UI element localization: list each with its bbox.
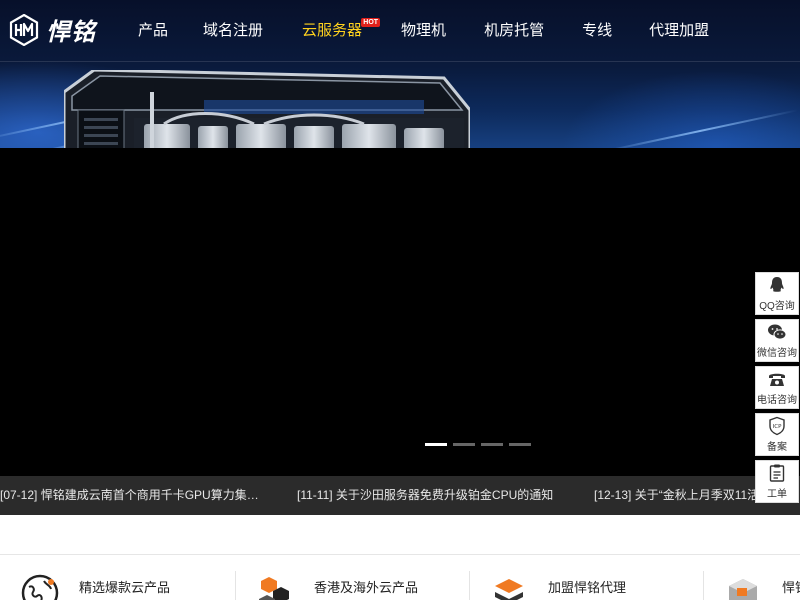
nav-item-agent[interactable]: 代理加盟 (631, 0, 727, 62)
nav-item-dedicated-line[interactable]: 专线 (563, 0, 631, 62)
nav-label: 专线 (582, 22, 613, 39)
tool-label: 备案 (767, 442, 787, 453)
site-header: 悍铭 产品 域名注册 云服务器 HOT 物理机 机房托管 专线 代理加盟 (0, 0, 800, 62)
tool-label: 电话咨询 (757, 395, 797, 406)
icp-filing-button[interactable]: ICP 备案 (755, 413, 799, 456)
qq-icon (770, 277, 784, 292)
icp-icon: ICP (769, 416, 785, 436)
product-title: 香港及海外云产品 (314, 580, 419, 595)
logo-hexagon-icon (9, 13, 39, 46)
carousel-dot[interactable] (425, 443, 447, 446)
news-ticker: [07-12] 悍铭建成云南首个商用千卡GPU算力集… [11-11] 关于沙田… (0, 476, 800, 515)
nav-item-domain[interactable]: 域名注册 (184, 0, 282, 62)
carousel-dot[interactable] (509, 443, 531, 446)
wechat-consult-button[interactable]: 微信咨询 (755, 319, 799, 362)
globe-icon (21, 574, 59, 600)
tool-label: 微信咨询 (757, 348, 797, 359)
product-cards: 精选爆款云产品 香港及海外云产品 加盟悍铭代理 悍铭 (0, 554, 800, 600)
banner-glow-right (560, 70, 800, 148)
product-title: 加盟悍铭代理 (548, 580, 627, 595)
tool-label: 工单 (767, 489, 787, 500)
nav-item-colocation[interactable]: 机房托管 (465, 0, 563, 62)
nav-item-cloud-server[interactable]: 云服务器 HOT (282, 0, 382, 62)
brand-name: 悍铭 (46, 19, 96, 46)
card-divider (235, 571, 236, 600)
carousel-dot[interactable] (481, 443, 503, 446)
news-item[interactable]: [07-12] 悍铭建成云南首个商用千卡GPU算力集… (0, 476, 259, 515)
nav-item-bare-metal[interactable]: 物理机 (382, 0, 465, 62)
card-divider (469, 571, 470, 600)
cubes-icon (259, 577, 289, 600)
carousel-dot[interactable] (453, 443, 475, 446)
ticket-button[interactable]: 工单 (755, 460, 799, 503)
card-divider (703, 571, 704, 600)
layers-icon (495, 579, 523, 600)
nav-item-products[interactable]: 产品 (122, 0, 184, 62)
banner-slide[interactable] (0, 148, 800, 476)
nav-label: 产品 (138, 22, 169, 39)
wechat-icon (768, 324, 787, 340)
tool-label: QQ咨询 (759, 301, 795, 312)
news-item[interactable]: [11-11] 关于沙田服务器免费升级铂金CPU的通知 (297, 476, 553, 515)
phone-icon (769, 373, 785, 386)
news-item[interactable]: [12-13] 关于“金秋上月季双11活动 (594, 476, 771, 515)
server-chassis-illustration (64, 70, 470, 148)
carousel-indicators (425, 443, 531, 446)
product-title: 精选爆款云产品 (79, 580, 171, 595)
nav-label: 物理机 (401, 22, 447, 39)
hot-badge: HOT (361, 18, 381, 27)
side-toolbar: QQ咨询 微信咨询 电话咨询 ICP 备案 工单 (755, 272, 799, 507)
qq-consult-button[interactable]: QQ咨询 (755, 272, 799, 315)
nav-label: 代理加盟 (649, 22, 710, 39)
nav-label: 云服务器 (302, 22, 363, 39)
nav-label: 机房托管 (484, 22, 545, 39)
main-nav: 产品 域名注册 云服务器 HOT 物理机 机房托管 专线 代理加盟 (122, 0, 727, 62)
nav-label: 域名注册 (203, 22, 264, 39)
phone-consult-button[interactable]: 电话咨询 (755, 366, 799, 409)
svg-text:ICP: ICP (773, 424, 782, 430)
box-icon (729, 579, 757, 600)
product-title: 悍铭 (782, 580, 800, 595)
brand-logo[interactable]: 悍铭 (8, 12, 96, 47)
ticket-icon (769, 464, 785, 482)
